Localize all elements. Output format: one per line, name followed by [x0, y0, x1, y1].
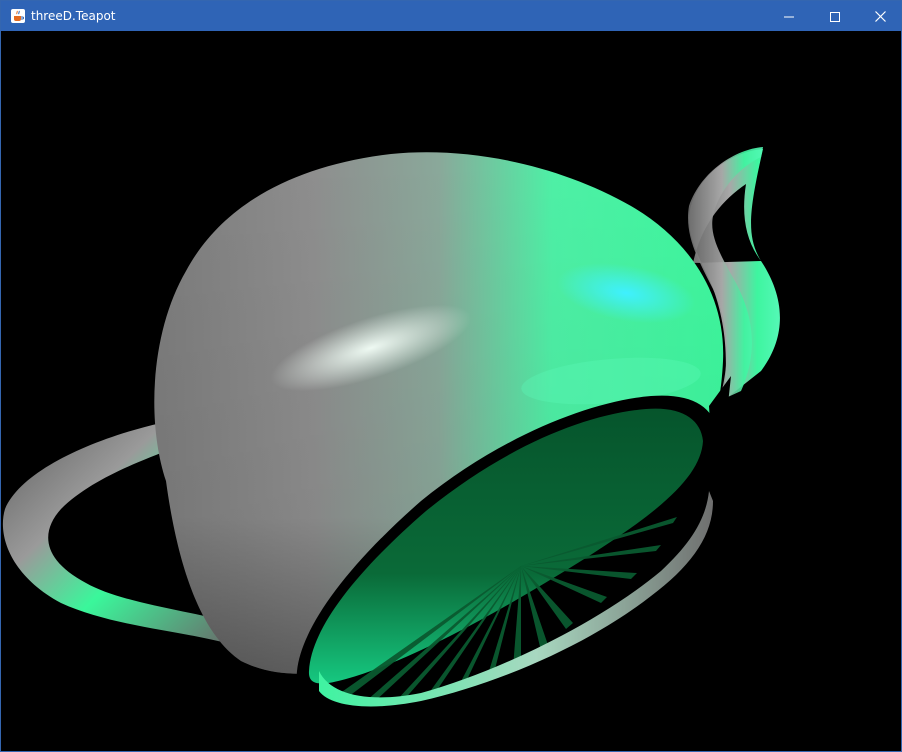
render-canvas[interactable]	[1, 31, 901, 751]
java-cup-icon	[10, 8, 26, 24]
app-window: threeD.Teapot	[0, 0, 902, 752]
title-bar[interactable]: threeD.Teapot	[1, 1, 901, 31]
maximize-button[interactable]	[812, 1, 858, 31]
minimize-icon	[784, 7, 794, 26]
maximize-icon	[830, 7, 840, 26]
close-icon	[874, 7, 886, 26]
minimize-button[interactable]	[766, 1, 812, 31]
teapot-scene	[2, 147, 780, 707]
close-button[interactable]	[857, 1, 902, 31]
window-title: threeD.Teapot	[31, 9, 116, 23]
